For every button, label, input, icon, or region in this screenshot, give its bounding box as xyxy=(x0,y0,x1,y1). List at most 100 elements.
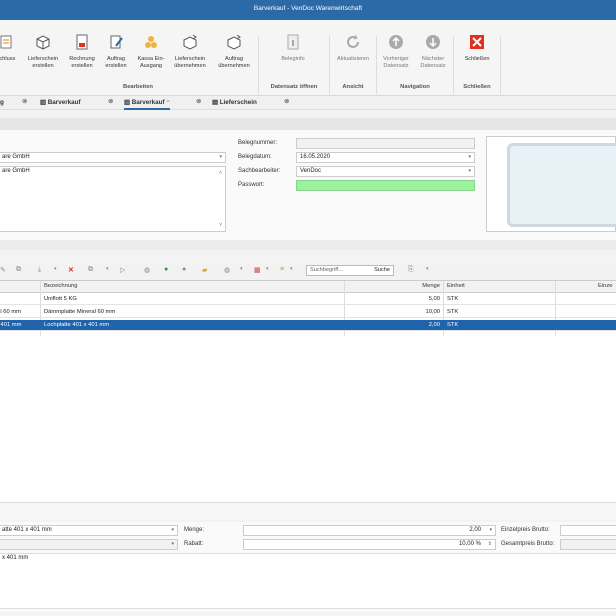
tab-partial[interactable]: g xyxy=(0,96,4,110)
customer-select[interactable]: are GmbH ▾ xyxy=(0,152,226,163)
belegnummer-field[interactable] xyxy=(296,138,475,149)
grid-footer xyxy=(0,502,616,520)
delivery-icon xyxy=(35,34,51,50)
next-icon[interactable]: ▷ xyxy=(120,266,125,274)
chevron-down-icon[interactable]: ▾ xyxy=(54,266,57,272)
ribbon-button-beleginfo[interactable]: Beleginfo xyxy=(270,34,316,63)
ribbon-button-abschluss[interactable]: schluss xyxy=(0,34,18,63)
ribbon-button-lieferschein-uebernehmen[interactable]: Lieferschein übernehmen xyxy=(170,34,210,70)
import-icon[interactable]: ⤓ xyxy=(38,266,41,274)
ribbon-separator xyxy=(376,36,377,94)
tab-lieferschein[interactable]: ▤ Lieferschein xyxy=(212,96,257,110)
belegdatum-field[interactable]: 16.05.2020 ▾ xyxy=(296,152,475,163)
group-label-schliessen: Schließen xyxy=(463,84,491,90)
globe-icon[interactable]: ◍ xyxy=(144,266,150,274)
rabatt-field[interactable]: 10,00 % ⇕ xyxy=(243,539,496,550)
close-document-icon xyxy=(0,34,14,50)
column-header-einzelpreis[interactable]: Einze xyxy=(598,283,613,289)
article-cell: x 401 mm xyxy=(0,322,22,328)
folder-icon[interactable]: ▰ xyxy=(202,266,207,274)
chevron-down-icon[interactable]: ▾ xyxy=(426,266,429,272)
delete-icon[interactable]: ✕ xyxy=(68,266,74,274)
chevron-down-icon: ▾ xyxy=(171,527,174,533)
group-label-bearbeiten: Bearbeiten xyxy=(123,84,153,90)
ribbon-button-auftrag-erstellen[interactable]: Auftrag erstellen xyxy=(101,34,131,70)
window-title: Barverkauf - VenDoc Warenwirtschaft xyxy=(0,0,616,20)
copy-icon[interactable]: ⧉ xyxy=(16,266,21,274)
ribbon-button-auftrag-uebernehmen[interactable]: Auftrag übernehmen xyxy=(212,34,256,70)
ribbon-button-rechnung-erstellen[interactable]: Rechnung erstellen xyxy=(64,34,100,70)
scroll-down-icon[interactable]: ˅ xyxy=(219,221,222,230)
order-import-icon xyxy=(226,34,242,50)
calendar-icon[interactable]: ▦ xyxy=(254,266,261,274)
register-icon: ▥ xyxy=(40,99,48,106)
world-icon[interactable]: ◍ xyxy=(224,266,230,274)
scroll-up-icon[interactable]: ˄ xyxy=(219,169,222,178)
ribbon-separator xyxy=(258,36,259,94)
ribbon: schluss Lieferschein erstellen Rechnung … xyxy=(0,20,616,96)
document-form: are GmbH ▾ are GmbH ˄ ˅ Belegnummer: Belegd… xyxy=(0,130,616,240)
table-row[interactable]: Uniflott 5 KG 5,00 STK xyxy=(0,294,616,305)
ribbon-button-schliessen[interactable]: Schließen xyxy=(458,34,496,63)
ribbon-button-lieferschein-erstellen[interactable]: Lieferschein erstellen xyxy=(24,34,62,70)
chevron-down-icon[interactable]: ▾ xyxy=(468,167,471,176)
table-row[interactable]: eral 60 mm Dämmplatte Mineral 60 mm 10,0… xyxy=(0,307,616,318)
section-divider xyxy=(0,240,616,250)
cash-icon xyxy=(143,34,159,50)
spinner-icon[interactable]: ⇕ xyxy=(488,540,492,549)
einzelpreis-brutto-field[interactable] xyxy=(560,525,616,536)
bezeichnung-cell: Lochplatte 401 x 401 mm xyxy=(44,322,110,328)
close-tab-icon[interactable]: ⊗ xyxy=(196,98,204,106)
ribbon-button-vorheriger[interactable]: Vorheriger Datensatz xyxy=(379,34,413,70)
close-tab-icon[interactable]: ⊗ xyxy=(22,98,30,106)
close-tab-icon[interactable]: ⊗ xyxy=(108,98,116,106)
chevron-down-icon: ▾ xyxy=(171,541,174,547)
menge-field[interactable]: 2,00 ▾ xyxy=(243,525,496,536)
group-label-datensatz: Datensatz öffnen xyxy=(270,84,318,90)
chevron-down-icon[interactable]: ▾ xyxy=(106,266,109,272)
chevron-down-icon[interactable]: ▾ xyxy=(468,153,471,162)
ribbon-button-aktualisieren[interactable]: Aktualisieren xyxy=(332,34,374,63)
close-tab-icon[interactable]: ⊗ xyxy=(284,98,292,106)
list-icon[interactable]: ≡ xyxy=(280,266,284,273)
section-header xyxy=(0,118,616,130)
delivery-import-icon xyxy=(182,34,198,50)
chevron-down-icon[interactable]: ▾ xyxy=(489,526,492,535)
menge-label: Menge: xyxy=(184,527,205,533)
paste-icon[interactable]: ⧉ xyxy=(88,266,93,274)
chevron-down-icon[interactable]: ▾ xyxy=(266,266,269,272)
column-header-bezeichnung[interactable]: Bezeichnung xyxy=(44,283,78,289)
passwort-field[interactable] xyxy=(296,180,475,191)
down-arrow-icon xyxy=(425,34,441,50)
close-icon xyxy=(469,34,485,50)
group-label-ansicht: Ansicht xyxy=(342,84,364,90)
sachbearbeiter-label: Sachbearbeiter: xyxy=(238,168,281,174)
tab-barverkauf-1[interactable]: ▥ Barverkauf xyxy=(40,96,81,110)
table-row-selected[interactable]: x 401 mm Lochplatte 401 x 401 mm 2,00 ST… xyxy=(0,320,616,331)
sachbearbeiter-select[interactable]: VenDoc ▾ xyxy=(296,166,475,177)
ribbon-button-kassa[interactable]: Kassa Ein- Ausgang xyxy=(133,34,169,70)
export-icon[interactable]: ⎘ xyxy=(408,266,414,274)
position-notes[interactable]: x 401 mm xyxy=(0,553,616,609)
einzelpreis-brutto-label: Einzelpreis Brutto: xyxy=(501,527,550,533)
belegnummer-label: Belegnummer: xyxy=(238,140,278,146)
chevron-down-icon[interactable]: ▾ xyxy=(290,266,293,272)
search-button[interactable]: Suche xyxy=(374,266,390,275)
refresh-icon xyxy=(345,34,361,50)
column-header-menge[interactable]: Menge xyxy=(418,283,440,289)
pin-icon[interactable]: ⁼ xyxy=(165,99,169,106)
einheit-cell: STK xyxy=(447,322,459,328)
tab-barverkauf-2[interactable]: ▥ Barverkauf ⁼ xyxy=(124,96,170,110)
address-textarea[interactable]: are GmbH ˄ ˅ xyxy=(0,166,226,232)
article-select[interactable]: atte 401 x 401 mm ▾ xyxy=(0,525,178,536)
ribbon-button-naechster[interactable]: Nächster Datensatz xyxy=(416,34,450,70)
register-icon: ▥ xyxy=(124,99,132,106)
column-header-einheit[interactable]: Einheit xyxy=(447,283,465,289)
search-input[interactable]: Suchbegriff... Suche xyxy=(306,265,394,276)
up-icon[interactable]: ● xyxy=(164,266,168,273)
variant-select[interactable]: ▾ xyxy=(0,539,178,550)
down-icon[interactable]: ● xyxy=(182,266,186,273)
edit-icon[interactable]: ✎ xyxy=(0,266,6,274)
gesamtpreis-brutto-field[interactable] xyxy=(560,539,616,550)
chevron-down-icon[interactable]: ▾ xyxy=(240,266,243,272)
